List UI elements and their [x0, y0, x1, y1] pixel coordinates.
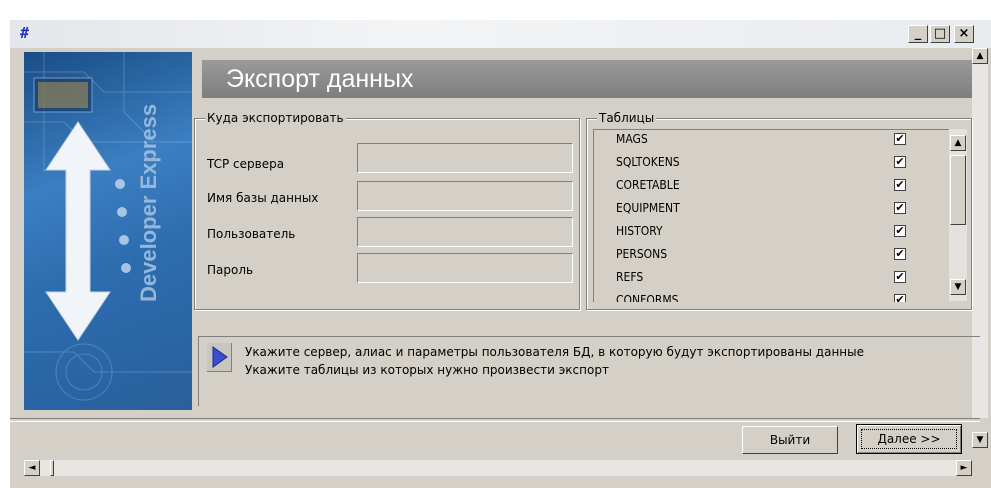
table-row[interactable]: REFS ✔ — [616, 268, 926, 291]
info-panel: Укажите сервер, алиас и параметры пользо… — [198, 336, 980, 406]
table-checkbox[interactable]: ✔ — [894, 225, 906, 237]
tables-scroll-down-button[interactable]: ▼ — [950, 279, 966, 295]
table-checkbox[interactable]: ✔ — [894, 294, 906, 302]
header-bar: Экспорт данных — [202, 60, 973, 98]
tables-checklist[interactable]: MAGS ✔ SQLTOKENS ✔ CORETABLE ✔ EQUIPMENT ✔ HISTO… — [593, 129, 950, 302]
table-name: EQUIPMENT — [616, 201, 680, 215]
tcp-server-label: TCP сервера — [207, 157, 285, 171]
table-name: CONFORMS — [616, 293, 679, 302]
table-name: MAGS — [616, 132, 648, 146]
table-checkbox[interactable]: ✔ — [894, 133, 906, 145]
tables-group: Таблицы MAGS ✔ SQLTOKENS ✔ CORETABLE ✔ EQUIPME… — [586, 111, 972, 310]
next-button[interactable]: Далее >> — [856, 424, 962, 454]
next-button-label: Далее >> — [861, 429, 957, 449]
info-line-2: Укажите таблицы из которых нужно произве… — [245, 363, 609, 377]
tables-scrollbar[interactable]: ▲ ▼ — [949, 129, 967, 301]
table-name: PERSONS — [616, 247, 668, 261]
info-line-1: Укажите сервер, алиас и параметры пользо… — [245, 345, 864, 359]
brand-text: Developer Express — [136, 104, 161, 302]
table-row[interactable]: HISTORY ✔ — [616, 222, 926, 245]
table-checkbox[interactable]: ✔ — [894, 271, 906, 283]
username-input[interactable] — [357, 217, 573, 247]
table-checkbox[interactable]: ✔ — [894, 202, 906, 214]
database-name-label: Имя базы данных — [207, 191, 319, 205]
main-scroll-down-button[interactable]: ▼ — [972, 432, 988, 448]
table-name: REFS — [616, 270, 644, 284]
wizard-window: # _ □ × Developer Express Экспорт данных… — [10, 20, 991, 488]
table-row[interactable]: CORETABLE ✔ — [616, 176, 926, 199]
table-row[interactable]: PERSONS ✔ — [616, 245, 926, 268]
main-scroll-up-button[interactable]: ▲ — [972, 48, 988, 64]
password-input[interactable] — [357, 253, 573, 283]
export-target-group-title: Куда экспортировать — [205, 111, 346, 125]
username-label: Пользователь — [207, 227, 296, 241]
info-arrow-box — [207, 343, 232, 372]
table-name: SQLTOKENS — [616, 155, 680, 169]
minimize-button[interactable]: _ — [908, 25, 928, 43]
horizontal-scroll-thumb[interactable] — [50, 460, 54, 476]
app-icon[interactable]: # — [20, 25, 36, 41]
page-title: Экспорт данных — [226, 65, 414, 93]
password-label: Пароль — [207, 263, 254, 277]
table-row[interactable]: MAGS ✔ — [616, 130, 926, 153]
play-arrow-icon — [212, 346, 228, 368]
tables-scroll-up-button[interactable]: ▲ — [950, 135, 966, 151]
side-banner-image: Developer Express — [24, 52, 192, 410]
table-name: HISTORY — [616, 224, 663, 238]
tables-scroll-thumb[interactable] — [950, 155, 966, 225]
export-target-group: Куда экспортировать TCP сервера Имя базы… — [194, 111, 580, 310]
database-name-input[interactable] — [357, 181, 573, 211]
tables-group-title: Таблицы — [597, 111, 657, 125]
main-horizontal-scrollbar[interactable]: ◄ ► — [24, 460, 972, 476]
table-row[interactable]: SQLTOKENS ✔ — [616, 153, 926, 176]
table-checkbox[interactable]: ✔ — [894, 179, 906, 191]
table-checkbox[interactable]: ✔ — [894, 156, 906, 168]
table-row[interactable]: CONFORMS ✔ — [616, 291, 926, 302]
title-bar[interactable]: # _ □ × — [10, 20, 991, 48]
exit-button[interactable]: Выйти — [742, 426, 838, 454]
close-button[interactable]: × — [954, 25, 974, 43]
maximize-button[interactable]: □ — [930, 25, 950, 43]
scroll-right-button[interactable]: ► — [956, 460, 972, 476]
table-row[interactable]: EQUIPMENT ✔ — [616, 199, 926, 222]
table-checkbox[interactable]: ✔ — [894, 248, 906, 260]
footer-separator — [10, 418, 980, 422]
double-arrow-icon — [45, 121, 111, 341]
tcp-server-input[interactable] — [357, 143, 573, 173]
scroll-left-button[interactable]: ◄ — [24, 460, 40, 476]
table-name: CORETABLE — [616, 178, 680, 192]
